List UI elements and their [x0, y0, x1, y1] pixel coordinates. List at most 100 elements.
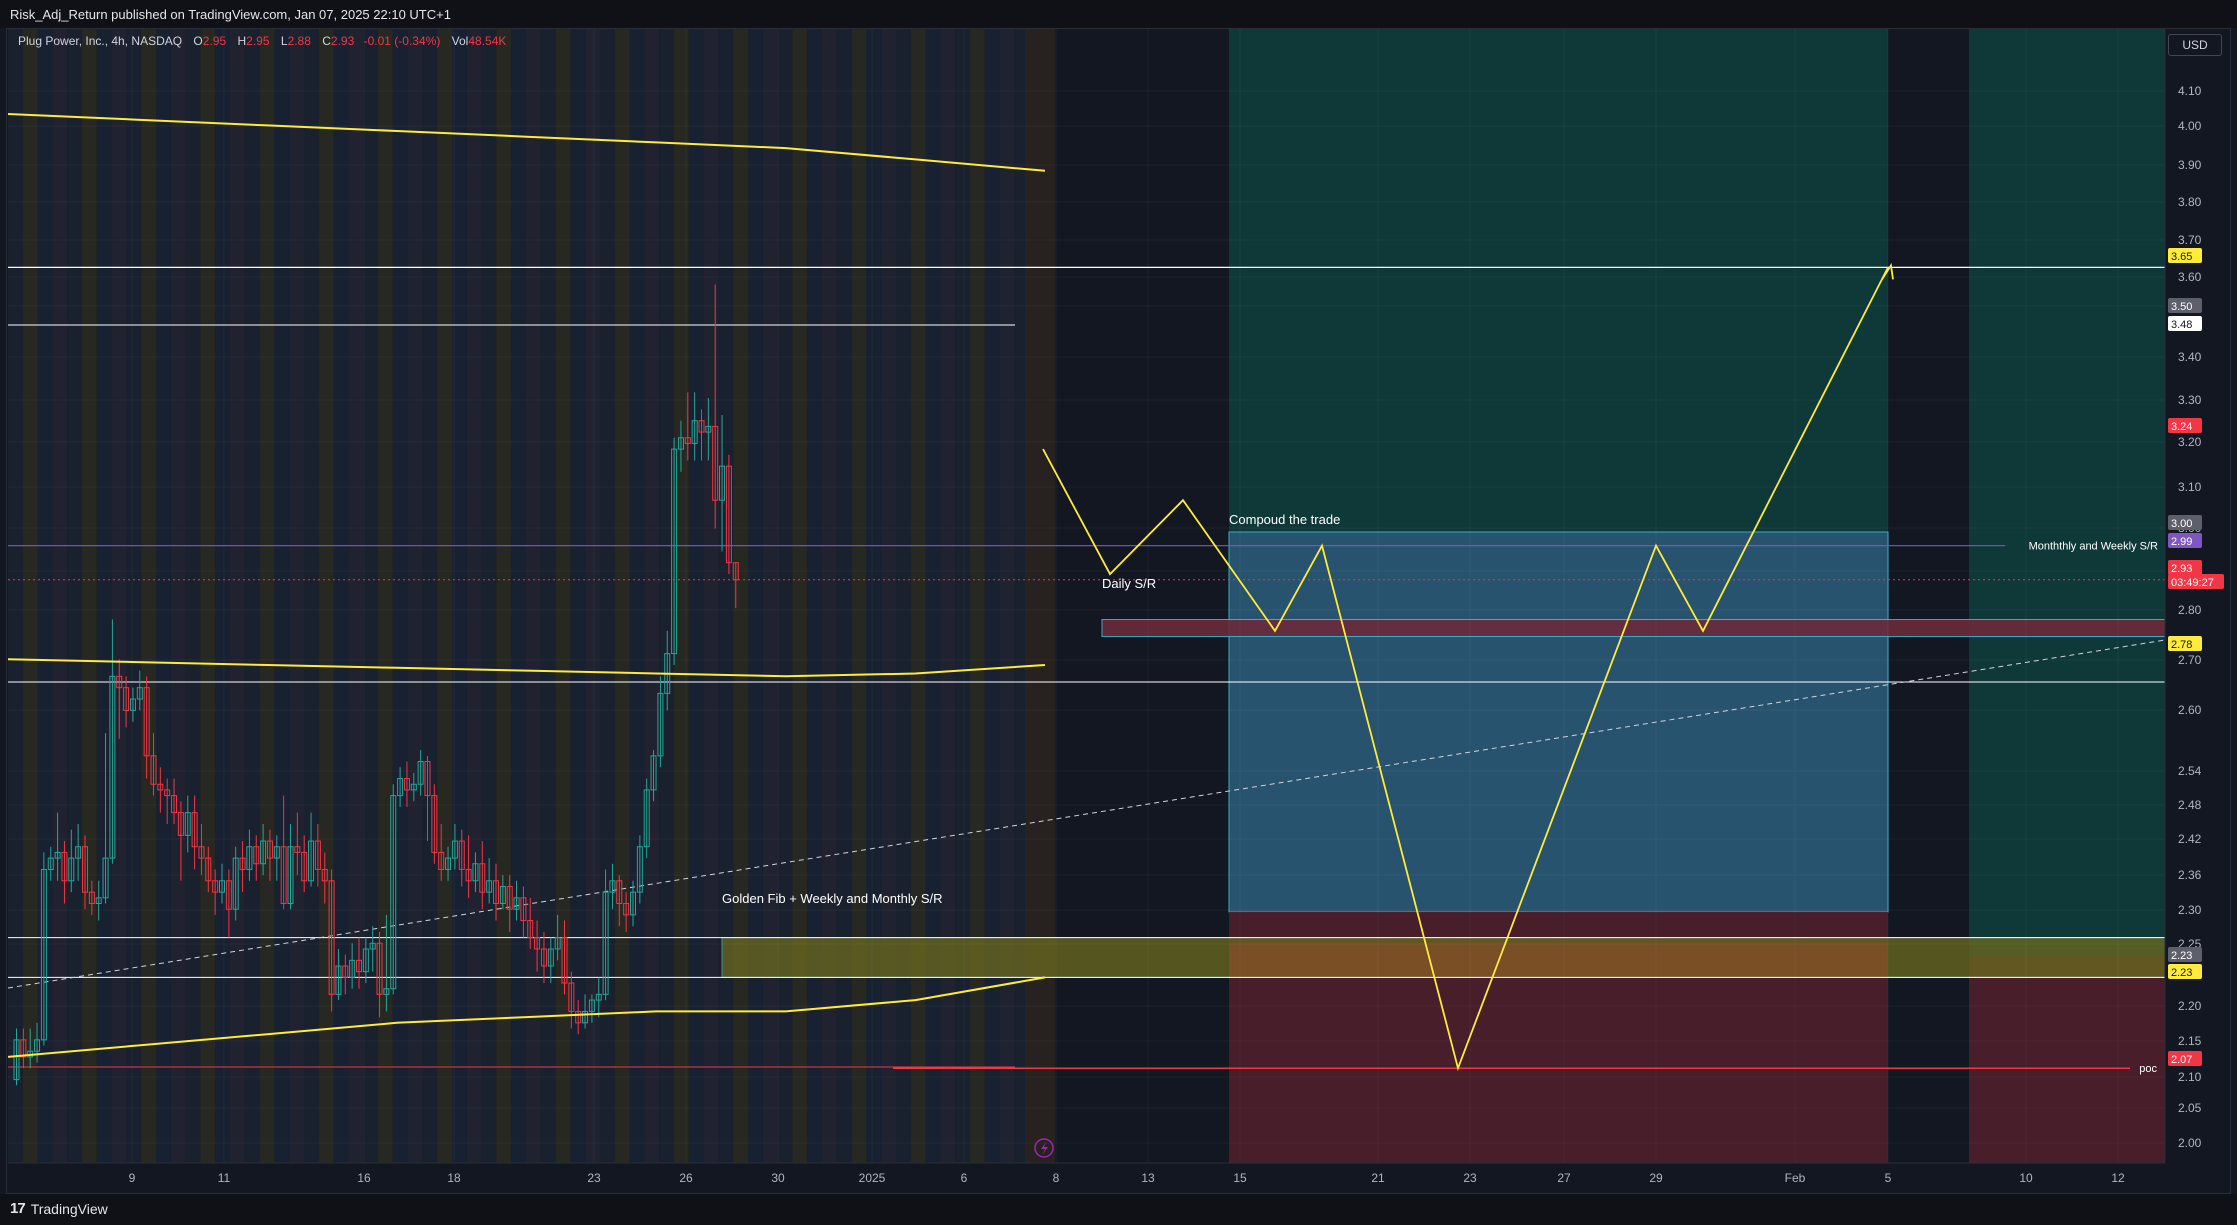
session-stripe: [600, 29, 615, 1163]
session-stripe: [688, 29, 704, 1163]
close-value: 2.93: [330, 34, 355, 48]
session-stripe: [170, 29, 186, 1163]
y-axis-tick: 3.90: [2178, 158, 2202, 172]
x-axis-tick: 21: [1371, 1171, 1385, 1185]
price-label-text: 3.24: [2171, 421, 2192, 433]
session-stripe: [67, 29, 82, 1163]
x-axis-tick: 16: [357, 1171, 371, 1185]
y-axis-tick: 2.70: [2178, 653, 2202, 667]
session-stripe: [540, 29, 556, 1163]
price-label-text: 03:49:27: [2171, 577, 2214, 589]
daily-sr-zone: [1101, 619, 2165, 638]
session-stripe: [555, 29, 571, 1163]
y-axis-tick: 2.10: [2178, 1070, 2202, 1084]
session-stripe: [629, 29, 645, 1163]
open-value: 2.95: [202, 34, 227, 48]
stop-zone-right: [1969, 955, 2165, 1163]
session-stripe: [792, 29, 808, 1163]
session-stripe: [200, 29, 216, 1163]
x-axis-tick: 8: [1053, 1171, 1060, 1185]
bottom-bar: [0, 1194, 2237, 1225]
x-axis-tick: Feb: [1785, 1171, 1806, 1185]
y-axis-tick: 2.60: [2178, 703, 2202, 717]
y-axis-tick: 3.40: [2178, 350, 2202, 364]
session-stripe: [378, 29, 393, 1163]
compound-trade-label: Compoud the trade: [1229, 512, 1340, 527]
session-stripe: [1025, 29, 1055, 1163]
session-stripe: [230, 29, 245, 1163]
y-axis-tick: 4.00: [2178, 119, 2202, 133]
session-stripe: [585, 29, 600, 1163]
volume-value: 48.54K: [468, 34, 507, 48]
currency-button[interactable]: USD: [2168, 34, 2222, 56]
session-stripe: [925, 29, 941, 1163]
y-axis-tick: 2.36: [2178, 868, 2202, 882]
session-stripe: [215, 29, 230, 1163]
session-stripe: [348, 29, 364, 1163]
price-label-text: 2.99: [2171, 536, 2192, 548]
session-stripe: [748, 29, 763, 1163]
session-stripe: [37, 29, 53, 1163]
session-stripe: [644, 29, 660, 1163]
golden-fib-overlap: [1229, 943, 1888, 978]
session-stripe: [111, 29, 127, 1163]
change-value: -0.01 (-0.34%): [363, 34, 441, 48]
session-stripe: [910, 29, 926, 1163]
symbol-name: Plug Power, Inc., 4h, NASDAQ: [18, 34, 183, 48]
high-value: 2.95: [246, 34, 270, 48]
volume-label: Vol: [451, 34, 469, 48]
price-label-text: 2.23: [2171, 967, 2192, 979]
session-stripe: [126, 29, 142, 1163]
session-stripe: [156, 29, 171, 1163]
x-axis-tick: 10: [2019, 1171, 2033, 1185]
x-axis-tick: 30: [771, 1171, 785, 1185]
y-axis-tick: 3.30: [2178, 393, 2202, 407]
session-stripe: [52, 29, 68, 1163]
session-stripe: [8, 29, 23, 1163]
session-stripe: [614, 29, 630, 1163]
session-stripe: [22, 29, 38, 1163]
session-stripe: [437, 29, 452, 1163]
session-stripe: [570, 29, 586, 1163]
price-label-text: 2.07: [2171, 1054, 2192, 1066]
monthly-weekly-sr-label: Monththly and Weekly S/R: [2029, 541, 2158, 553]
poc-label: poc: [2139, 1063, 2157, 1075]
session-stripe: [96, 29, 112, 1163]
symbol-legend: Plug Power, Inc., 4h, NASDAQ O2.95 H2.95…: [18, 34, 506, 48]
y-axis-tick: 2.05: [2178, 1101, 2202, 1115]
session-stripe: [822, 29, 837, 1163]
low-label: L: [280, 34, 288, 48]
tradingview-logo[interactable]: 17 TradingView: [10, 1200, 108, 1217]
high-label: H: [237, 34, 247, 48]
open-label: O: [193, 34, 203, 48]
y-axis-tick: 2.00: [2178, 1136, 2202, 1150]
session-stripe: [866, 29, 882, 1163]
x-axis-tick: 18: [447, 1171, 461, 1185]
daily-sr-label: Daily S/R: [1102, 576, 1156, 591]
golden-fib-label: Golden Fib + Weekly and Monthly S/R: [722, 891, 943, 906]
x-axis-tick: 12: [2111, 1171, 2125, 1185]
session-stripe: [466, 29, 482, 1163]
x-axis-tick: 2025: [859, 1171, 886, 1185]
x-axis-tick: 23: [1463, 1171, 1477, 1185]
session-stripe: [999, 29, 1015, 1163]
price-chart[interactable]: Compoud the trade Daily S/R Golden Fib + W…: [0, 0, 2237, 1225]
session-background: [8, 29, 1055, 1163]
y-axis-tick: 2.30: [2178, 903, 2202, 917]
x-axis-tick: 15: [1233, 1171, 1247, 1185]
session-stripe: [762, 29, 778, 1163]
y-axis-tick: 2.54: [2178, 764, 2202, 778]
x-axis-tick: 27: [1557, 1171, 1571, 1185]
session-stripe: [777, 29, 793, 1163]
session-stripe: [244, 29, 260, 1163]
close-label: C: [322, 34, 331, 48]
y-axis-tick: 3.20: [2178, 435, 2202, 449]
target-zone-right: [1969, 29, 2165, 955]
target-zone: [1229, 29, 1888, 532]
session-stripe: [289, 29, 304, 1163]
session-stripe: [304, 29, 319, 1163]
low-value: 2.88: [287, 34, 311, 48]
y-axis-tick: 2.80: [2178, 603, 2202, 617]
session-stripe: [259, 29, 275, 1163]
session-stripe: [407, 29, 423, 1163]
